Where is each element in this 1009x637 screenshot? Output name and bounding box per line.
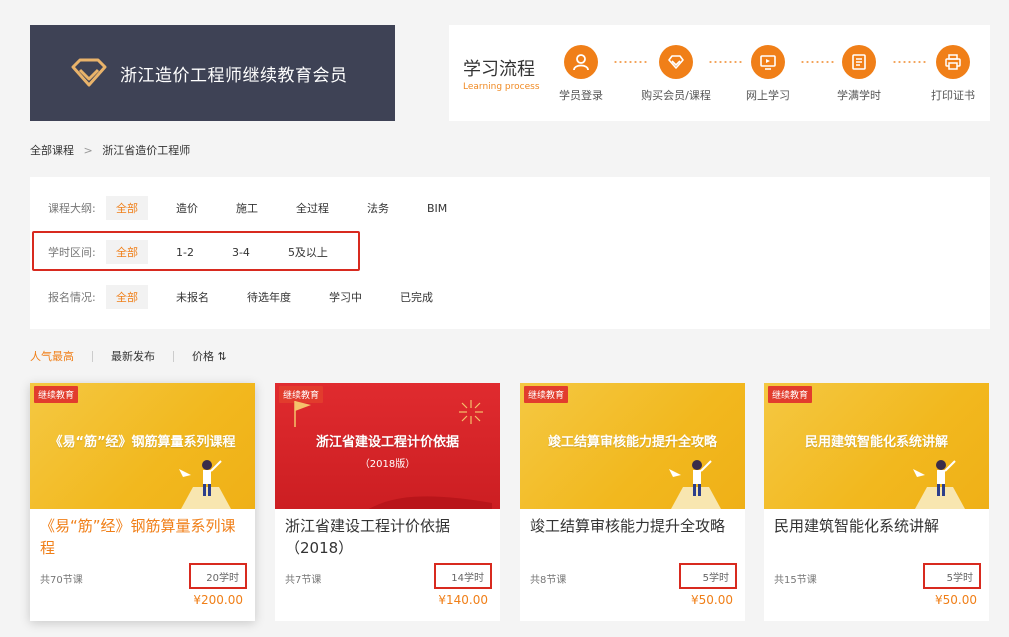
sort-bar: 人气最高 最新发布 价格 ⇅ bbox=[30, 348, 227, 364]
step-label: 学员登录 bbox=[559, 89, 603, 102]
course-hours: 14学时 bbox=[434, 563, 492, 589]
banner-title: 浙江造价工程师继续教育会员 bbox=[120, 65, 348, 86]
wave-decoration-icon bbox=[368, 496, 492, 509]
step-study: 网上学习 bbox=[728, 45, 808, 103]
course-tag: 继续教育 bbox=[34, 386, 79, 403]
person-illustration-icon bbox=[179, 460, 231, 509]
course-thumbnail[interactable]: 继续教育 竣工结算审核能力提升全攻略 bbox=[520, 383, 745, 509]
lesson-count: 共7节课 bbox=[285, 575, 322, 586]
step-label: 网上学习 bbox=[746, 89, 790, 102]
sort-divider bbox=[92, 350, 93, 362]
filter-option[interactable]: 造价 bbox=[166, 196, 208, 220]
course-hours: 20学时 bbox=[189, 563, 247, 589]
filter-label: 学时区间: bbox=[48, 246, 96, 259]
course-title[interactable]: 浙江省建设工程计价依据（2018） bbox=[285, 515, 495, 559]
course-title[interactable]: 民用建筑智能化系统讲解 bbox=[774, 515, 984, 537]
course-title[interactable]: 《易“筋”经》钢筋算量系列课程 bbox=[40, 515, 250, 559]
diamond-icon bbox=[659, 45, 693, 79]
filter-option[interactable]: 待选年度 bbox=[237, 285, 301, 309]
breadcrumb-root[interactable]: 全部课程 bbox=[30, 144, 74, 157]
lesson-count: 共8节课 bbox=[530, 575, 567, 586]
filter-option[interactable]: 施工 bbox=[226, 196, 268, 220]
step-login: 学员登录 bbox=[541, 45, 621, 103]
course-card[interactable]: 继续教育 民用建筑智能化系统讲解 民用建筑智能化系统讲解 共15节课 5学时 ¥… bbox=[764, 383, 989, 621]
user-icon bbox=[564, 45, 598, 79]
hours-value: 20学时 bbox=[206, 572, 239, 584]
course-tag: 继续教育 bbox=[768, 386, 813, 403]
lesson-count: 共15节课 bbox=[774, 575, 817, 586]
course-card[interactable]: 继续教育 竣工结算审核能力提升全攻略 竣工结算审核能力提升全攻略 共8节课 5学… bbox=[520, 383, 745, 621]
filter-option-all[interactable]: 全部 bbox=[106, 240, 148, 264]
filter-row-outline: 课程大纲: 全部 造价 施工 全过程 法务 BIM bbox=[30, 196, 475, 220]
thumbnail-subtitle: （2018版） bbox=[359, 459, 416, 470]
course-price: ¥200.00 bbox=[193, 593, 243, 607]
process-subtitle: Learning process bbox=[463, 82, 540, 92]
diamond-logo-icon bbox=[71, 58, 107, 87]
firework-icon bbox=[459, 400, 483, 424]
sort-newest[interactable]: 最新发布 bbox=[111, 348, 155, 364]
sort-divider bbox=[173, 350, 174, 362]
person-illustration-icon bbox=[669, 460, 721, 509]
flag-decoration-icon bbox=[294, 401, 311, 427]
filter-row-hours: 学时区间: 全部 1-2 3-4 5及以上 bbox=[30, 240, 356, 264]
filter-label: 报名情况: bbox=[48, 291, 96, 304]
course-thumbnail[interactable]: 继续教育 浙江省建设工程计价依据 （2018版） bbox=[275, 383, 500, 509]
filter-option[interactable]: 已完成 bbox=[390, 285, 443, 309]
course-hours: 5学时 bbox=[923, 563, 981, 589]
thumbnail-title: 浙江省建设工程计价依据 bbox=[315, 435, 459, 450]
lesson-count: 共70节课 bbox=[40, 575, 83, 586]
printer-icon bbox=[936, 45, 970, 79]
step-label: 购买会员/课程 bbox=[641, 89, 711, 102]
hours-value: 5学时 bbox=[702, 572, 729, 584]
member-banner[interactable]: 浙江造价工程师继续教育会员 bbox=[30, 25, 395, 121]
course-price: ¥50.00 bbox=[935, 593, 977, 607]
process-title: 学习流程 bbox=[463, 59, 535, 80]
step-purchase: 购买会员/课程 bbox=[636, 45, 716, 103]
course-tag: 继续教育 bbox=[524, 386, 569, 403]
course-thumbnail[interactable]: 继续教育 民用建筑智能化系统讲解 bbox=[764, 383, 989, 509]
sort-popular[interactable]: 人气最高 bbox=[30, 348, 74, 364]
monitor-icon bbox=[751, 45, 785, 79]
breadcrumb: 全部课程 > 浙江省造价工程师 bbox=[30, 142, 190, 158]
sort-price[interactable]: 价格 ⇅ bbox=[192, 348, 227, 364]
breadcrumb-separator: > bbox=[83, 144, 93, 157]
course-card[interactable]: 继续教育 浙江省建设工程计价依据 （2018版） 浙江省建设工程计价依据（201… bbox=[275, 383, 500, 621]
filter-option[interactable]: 学习中 bbox=[319, 285, 372, 309]
filter-option-all[interactable]: 全部 bbox=[106, 285, 148, 309]
filter-option[interactable]: 3-4 bbox=[222, 242, 260, 263]
hours-value: 5学时 bbox=[946, 572, 973, 584]
learning-process: 学习流程 Learning process 学员登录 购买会员/课程 网上学习 … bbox=[449, 25, 990, 121]
step-complete-hours: 学满学时 bbox=[819, 45, 899, 103]
course-hours: 5学时 bbox=[679, 563, 737, 589]
filter-option-all[interactable]: 全部 bbox=[106, 196, 148, 220]
hours-value: 14学时 bbox=[451, 572, 484, 584]
course-thumbnail[interactable]: 继续教育 《易“筋”经》钢筋算量系列课程 bbox=[30, 383, 255, 509]
filter-option[interactable]: 5及以上 bbox=[278, 240, 338, 264]
filter-option[interactable]: 全过程 bbox=[286, 196, 339, 220]
course-title[interactable]: 竣工结算审核能力提升全攻略 bbox=[530, 515, 740, 537]
person-illustration-icon bbox=[913, 460, 965, 509]
course-price: ¥140.00 bbox=[438, 593, 488, 607]
filter-option[interactable]: 1-2 bbox=[166, 242, 204, 263]
filter-label: 课程大纲: bbox=[48, 202, 96, 215]
filter-row-status: 报名情况: 全部 未报名 待选年度 学习中 已完成 bbox=[30, 285, 461, 309]
filter-option[interactable]: BIM bbox=[417, 198, 457, 219]
course-price: ¥50.00 bbox=[691, 593, 733, 607]
course-card[interactable]: 继续教育 《易“筋”经》钢筋算量系列课程 《易“筋”经》钢筋算量系列课程 共70… bbox=[30, 383, 255, 621]
filter-option[interactable]: 未报名 bbox=[166, 285, 219, 309]
course-filters: 课程大纲: 全部 造价 施工 全过程 法务 BIM 学时区间: 全部 1-2 3… bbox=[30, 177, 990, 329]
document-icon bbox=[842, 45, 876, 79]
step-label: 打印证书 bbox=[931, 89, 975, 102]
filter-option[interactable]: 法务 bbox=[357, 196, 399, 220]
breadcrumb-current: 浙江省造价工程师 bbox=[102, 144, 191, 157]
step-label: 学满学时 bbox=[837, 89, 881, 102]
step-print: 打印证书 bbox=[913, 45, 993, 103]
